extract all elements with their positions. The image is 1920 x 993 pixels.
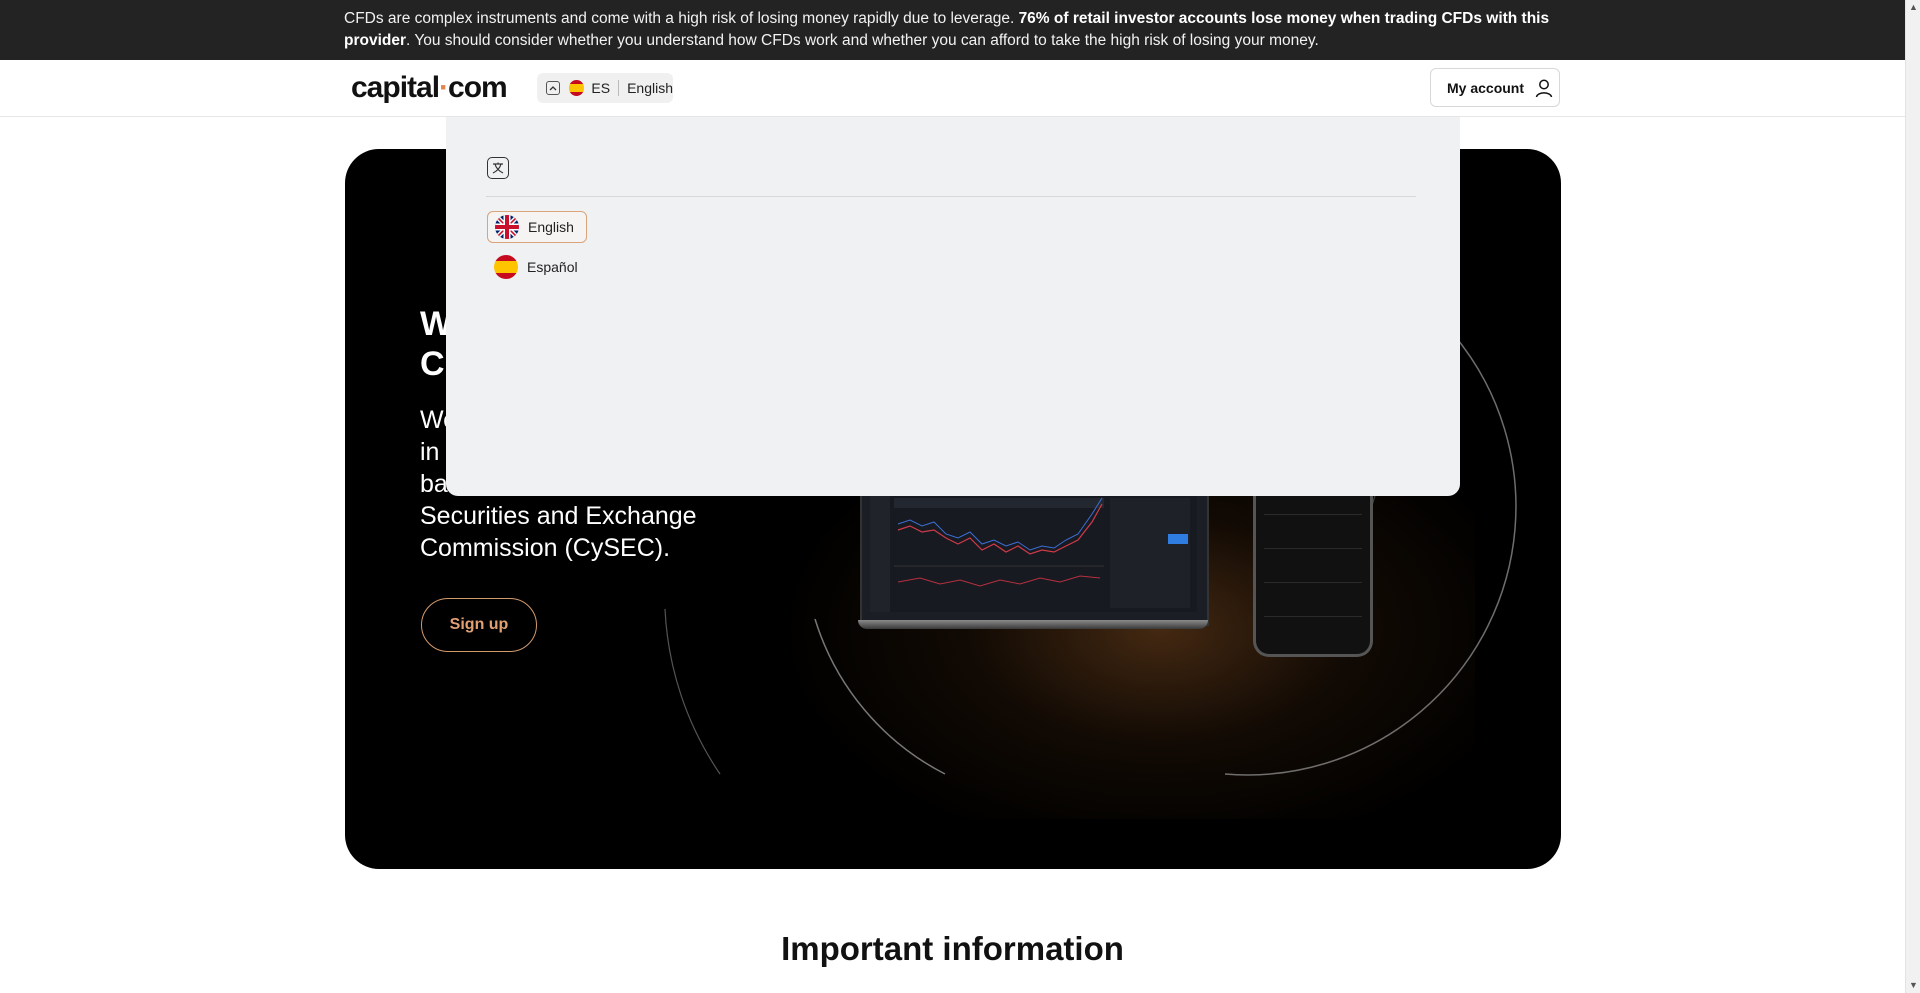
language-dropdown-panel: English Español xyxy=(446,117,1460,496)
laptop-mockup xyxy=(860,494,1209,626)
translate-icon xyxy=(487,157,509,179)
scroll-up-icon[interactable]: ▲ xyxy=(1909,2,1918,12)
divider xyxy=(618,80,620,96)
important-information-heading: Important information xyxy=(781,930,1124,967)
uk-flag-icon xyxy=(495,215,519,239)
risk-warning-text: CFDs are complex instruments and come wi… xyxy=(344,10,1550,49)
risk-warning-banner: CFDs are complex instruments and come wi… xyxy=(0,0,1905,60)
language-selector-button[interactable]: ES English xyxy=(537,73,673,103)
site-header: capital·com ES English My account xyxy=(0,60,1905,117)
user-icon xyxy=(1535,79,1553,97)
my-account-button[interactable]: My account xyxy=(1430,68,1560,107)
chevron-up-icon xyxy=(546,81,560,95)
laptop-base xyxy=(858,620,1208,629)
language-option-label: Español xyxy=(527,259,578,275)
sign-up-button[interactable]: Sign up xyxy=(421,598,537,652)
capital-com-logo[interactable]: capital·com xyxy=(351,70,508,106)
phone-price-row xyxy=(1264,582,1362,603)
language-option-espanol[interactable]: Español xyxy=(487,251,590,283)
phone-mockup xyxy=(1253,494,1373,657)
trading-chart-screen xyxy=(870,494,1197,612)
language-option-label: English xyxy=(528,219,574,235)
phone-price-row xyxy=(1264,548,1362,569)
region-code: ES xyxy=(591,80,611,96)
phone-price-row xyxy=(1264,514,1362,535)
dropdown-divider xyxy=(486,196,1416,197)
spain-flag-icon xyxy=(568,80,585,96)
phone-price-row xyxy=(1264,616,1362,637)
my-account-label: My account xyxy=(1447,79,1525,96)
current-language-label: English xyxy=(627,80,673,96)
scroll-down-icon[interactable]: ▼ xyxy=(1909,980,1918,990)
page-scrollbar[interactable]: ▲ ▼ xyxy=(1905,0,1920,993)
language-option-english[interactable]: English xyxy=(487,211,587,243)
spain-flag-icon xyxy=(494,255,518,279)
